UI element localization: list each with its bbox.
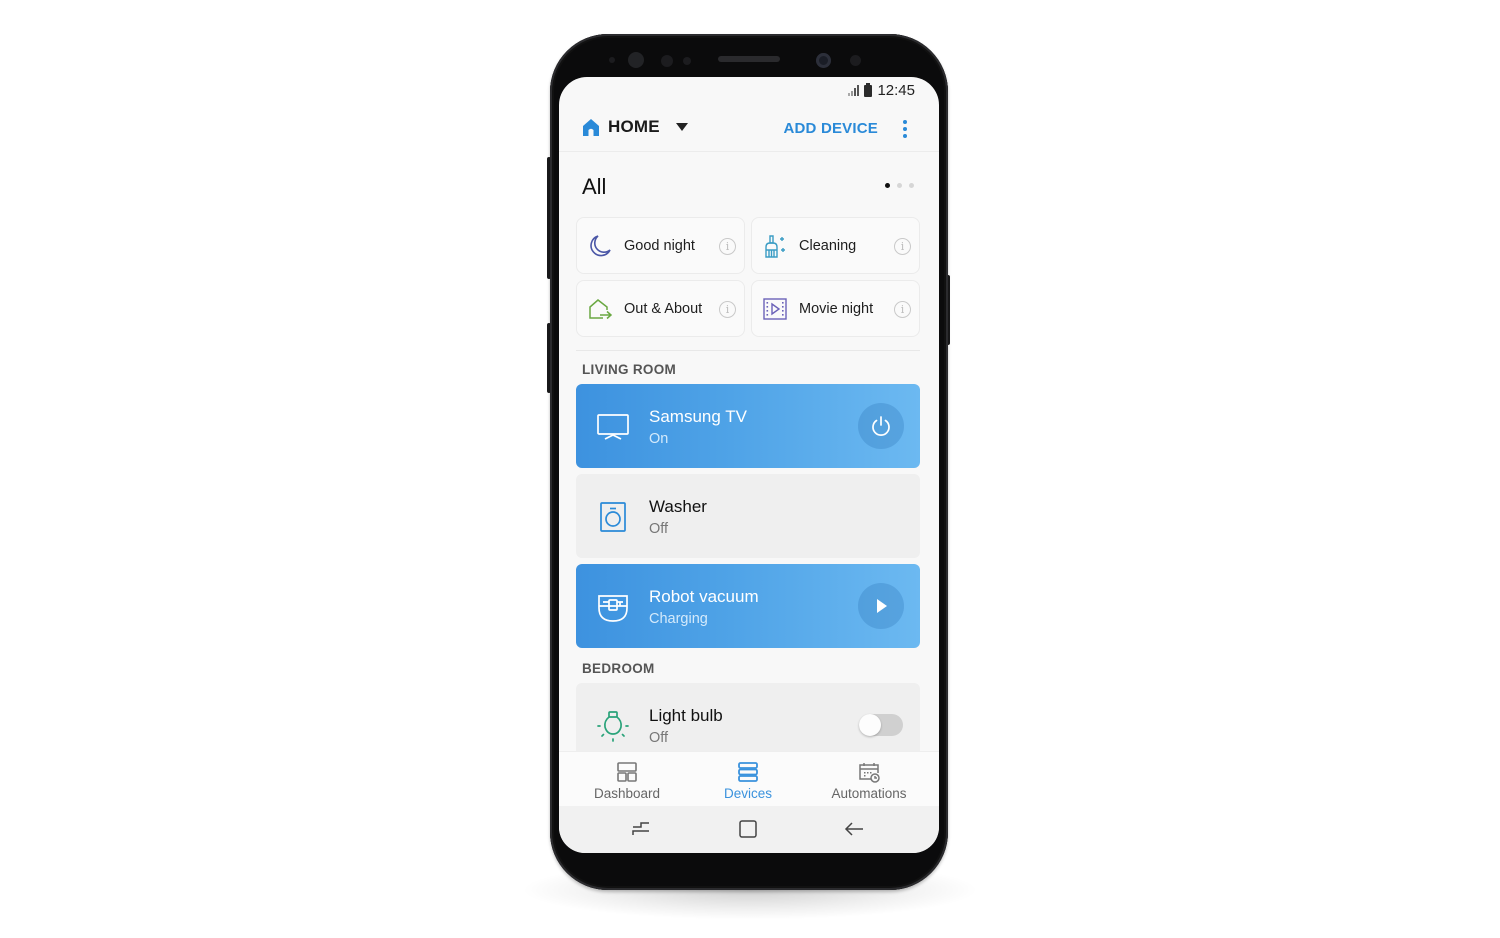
signal-icon: [848, 85, 860, 96]
info-icon[interactable]: i: [894, 238, 911, 255]
scene-cleaning[interactable]: Cleaning i: [751, 217, 920, 274]
tv-icon: [597, 414, 629, 440]
status-bar: 12:45: [559, 77, 939, 103]
battery-icon: [864, 82, 873, 97]
page-dot[interactable]: [885, 183, 890, 188]
scene-label: Movie night: [799, 300, 874, 317]
nav-tab-dashboard[interactable]: Dashboard: [567, 761, 687, 801]
device-name: Samsung TV: [649, 407, 747, 426]
section-divider: [576, 350, 920, 351]
scene-label: Good night: [624, 237, 695, 254]
light-bulb-toggle[interactable]: [859, 714, 903, 736]
scene-good-night[interactable]: Good night i: [576, 217, 745, 274]
more-vertical-icon: [903, 120, 907, 124]
nav-tab-devices[interactable]: Devices: [688, 761, 808, 801]
room-label-living-room: LIVING ROOM: [582, 362, 677, 377]
scene-grid: Good night i Cleaning i Out & About i Mo…: [576, 217, 920, 337]
front-camera: [816, 53, 831, 68]
add-device-button[interactable]: ADD DEVICE: [783, 120, 878, 137]
page-indicator[interactable]: [885, 183, 914, 188]
system-navigation-bar: [559, 806, 939, 853]
room-label-bedroom: BEDROOM: [582, 661, 655, 676]
info-icon[interactable]: i: [719, 301, 736, 318]
light-bulb-icon: [597, 711, 629, 742]
home-icon: [583, 119, 599, 136]
recent-apps-icon[interactable]: [630, 818, 652, 840]
page-dot[interactable]: [909, 183, 914, 188]
device-name: Robot vacuum: [649, 587, 759, 606]
house-exit-icon: [589, 299, 613, 320]
device-name: Washer: [649, 497, 707, 516]
location-label: HOME: [608, 117, 660, 136]
earpiece-speaker: [718, 56, 780, 62]
toggle-knob: [859, 714, 881, 736]
device-status: Off: [649, 730, 669, 746]
moon-icon: [590, 235, 611, 257]
info-icon[interactable]: i: [894, 301, 911, 318]
bottom-navigation: Dashboard Devices Automations: [559, 751, 939, 806]
proximity-sensor: [609, 57, 615, 63]
devices-icon: [738, 762, 758, 782]
device-card-robot-vacuum[interactable]: Robot vacuum Charging: [576, 564, 920, 648]
nav-tab-automations[interactable]: Automations: [809, 761, 929, 801]
clock: 12:45: [877, 82, 915, 99]
iris-sensor: [628, 52, 644, 68]
section-title: All: [582, 174, 607, 199]
device-name: Light bulb: [649, 706, 723, 725]
nav-label: Devices: [723, 786, 772, 801]
nav-label: Dashboard: [593, 786, 661, 801]
device-status: On: [649, 431, 669, 447]
home-square-icon[interactable]: [737, 818, 759, 840]
scene-label: Out & About: [624, 300, 703, 317]
location-selector[interactable]: HOME: [581, 117, 688, 137]
scene-label: Cleaning: [799, 237, 857, 254]
scene-out-and-about[interactable]: Out & About i: [576, 280, 745, 337]
nav-label: Automations: [831, 786, 907, 801]
power-icon: [872, 416, 890, 436]
play-button[interactable]: [858, 583, 904, 629]
device-card-samsung-tv[interactable]: Samsung TV On: [576, 384, 920, 468]
power-button[interactable]: [858, 403, 904, 449]
washer-icon: [600, 502, 626, 532]
iris-camera: [850, 55, 861, 66]
robot-vacuum-icon: [598, 595, 628, 622]
automations-icon: [859, 763, 880, 783]
info-icon[interactable]: i: [719, 238, 736, 255]
scene-movie-night[interactable]: Movie night i: [751, 280, 920, 337]
back-arrow-icon[interactable]: [843, 818, 865, 840]
app-screen: 12:45 HOME ADD DEVICE All Good night i C…: [559, 77, 939, 853]
app-header: HOME ADD DEVICE: [559, 107, 939, 152]
device-status: Charging: [649, 611, 708, 627]
led-sensor: [683, 57, 691, 65]
page-dot[interactable]: [897, 183, 902, 188]
movie-icon: [763, 298, 787, 320]
dashboard-icon: [617, 762, 637, 782]
light-sensor: [661, 55, 673, 67]
play-icon: [877, 599, 887, 613]
more-options-button[interactable]: [899, 118, 911, 140]
device-status: Off: [649, 521, 669, 537]
device-card-washer[interactable]: Washer Off: [576, 474, 920, 558]
cleaning-brush-icon: [765, 235, 785, 258]
caret-down-icon: [675, 123, 688, 131]
